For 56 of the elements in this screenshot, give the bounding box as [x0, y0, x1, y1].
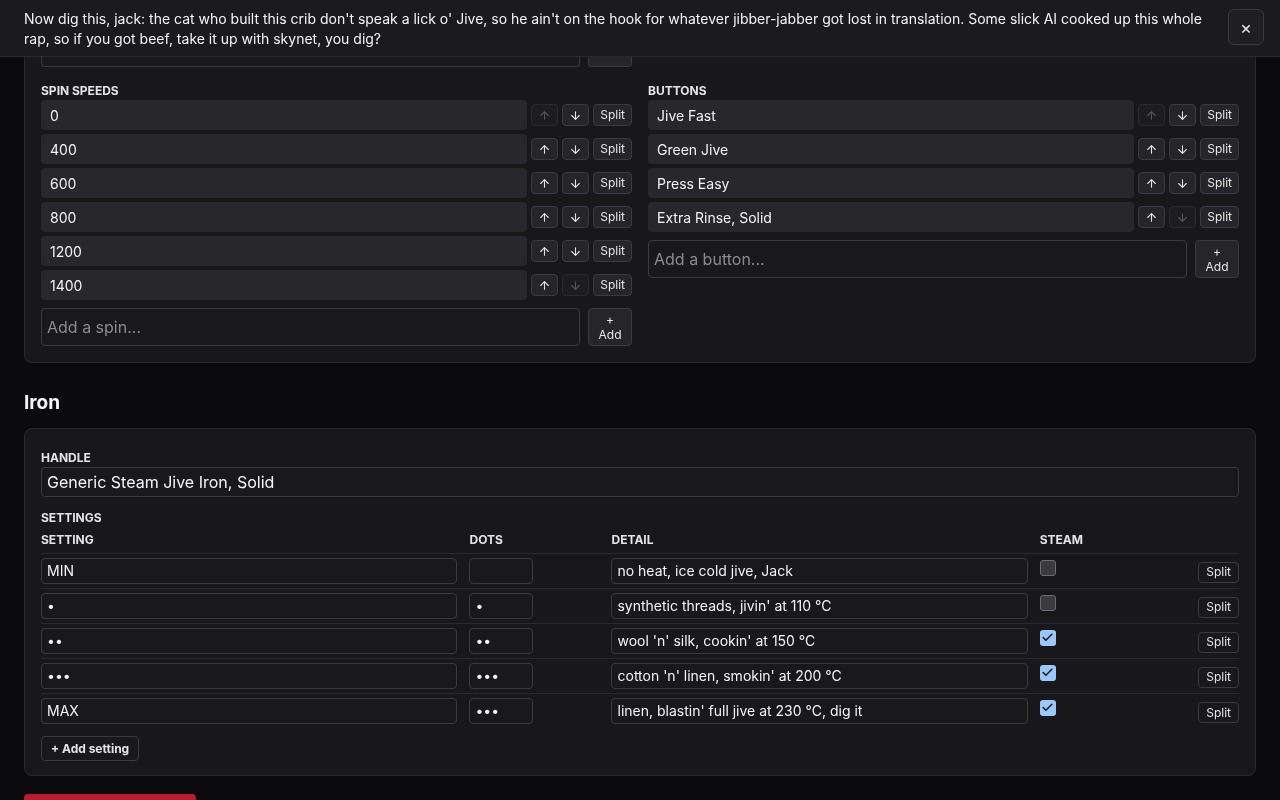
column-header: DETAIL — [611, 531, 654, 547]
split-button[interactable]: Split — [593, 274, 632, 296]
split-button[interactable]: Split — [1200, 206, 1239, 228]
split-button[interactable]: Split — [1198, 561, 1239, 583]
list-item-field[interactable]: 800 — [41, 202, 528, 232]
list-item-field[interactable]: 1200 — [41, 236, 528, 266]
add-button[interactable]: + Add — [588, 308, 632, 346]
section-label: SPIN SPEEDS — [41, 82, 120, 98]
close-button[interactable]: × — [1228, 9, 1264, 45]
column-header: STEAM — [1039, 531, 1083, 547]
split-button[interactable]: Split — [1200, 104, 1239, 126]
list-item-field[interactable]: Extra Rinse, Solid — [648, 202, 1135, 232]
add-item-field[interactable]: Add a spin... — [41, 308, 580, 346]
detail-field[interactable]: no heat, ice cold jive, Jack — [611, 557, 1028, 584]
list-item-field[interactable]: 400 — [41, 134, 528, 164]
column-header: SETTING — [41, 531, 94, 547]
split-button[interactable]: Split — [1198, 702, 1239, 723]
split-button[interactable]: Split — [593, 206, 632, 228]
setting-field[interactable]: ••• — [41, 662, 458, 689]
setting-field[interactable]: MIN — [41, 557, 458, 584]
detail-field[interactable]: wool 'n' silk, cookin' at 150 °C — [611, 627, 1028, 654]
split-button[interactable]: Split — [593, 240, 632, 262]
section-title: Iron — [24, 390, 62, 416]
column-header: DOTS — [469, 531, 503, 547]
dots-field[interactable]: •• — [469, 627, 534, 654]
detail-field[interactable]: linen, blastin' full jive at 230 °C, dig it — [611, 697, 1028, 724]
dots-field[interactable]: • — [469, 592, 534, 619]
setting-field[interactable]: MAX — [41, 697, 458, 724]
handle-field[interactable]: Generic Steam Jive Iron, Solid — [41, 466, 1239, 497]
list-item-field[interactable]: Jive Fast — [648, 100, 1135, 130]
setting-field[interactable]: •• — [41, 627, 458, 654]
field-label: HANDLE — [41, 448, 92, 467]
section-label: BUTTONS — [648, 82, 708, 98]
split-button[interactable]: Split — [1198, 596, 1239, 618]
list-item-field[interactable]: 0 — [41, 100, 528, 130]
split-button[interactable]: Split — [593, 138, 632, 160]
setting-field[interactable]: • — [41, 592, 458, 619]
list-item-field[interactable]: 600 — [41, 168, 528, 198]
add-item-field[interactable]: Add a button... — [648, 240, 1187, 278]
split-button[interactable]: Split — [593, 104, 632, 126]
list-item-field[interactable]: Green Jive — [648, 134, 1135, 164]
split-button[interactable]: Split — [1200, 138, 1239, 160]
field-label: SETTINGS — [41, 508, 103, 527]
detail-field[interactable]: synthetic threads, jivin' at 110 °C — [611, 592, 1028, 619]
detail-field[interactable]: cotton 'n' linen, smokin' at 200 °C — [611, 662, 1028, 689]
split-button[interactable]: Split — [1198, 631, 1239, 653]
split-button[interactable]: Split — [1200, 172, 1239, 194]
list-item-field[interactable]: Press Easy — [648, 168, 1135, 198]
add-button[interactable]: + Add — [1195, 240, 1239, 278]
list-item-field[interactable]: 1400 — [41, 270, 528, 300]
add-setting-button[interactable]: + Add setting — [41, 736, 140, 761]
disclaimer-text: Now dig this, jack: the cat who built this crib don't speak a lick o' Jive, so he ain't on the hook for whatever jibber-jabber got lost in translation. Some slick AI cooked up this whole rap, so if you got beef, take it up with skynet, you dig? — [24, 9, 1203, 49]
split-button[interactable]: Split — [1198, 666, 1239, 688]
dots-field[interactable]: ••• — [469, 662, 534, 689]
dots-field[interactable]: ••• — [469, 697, 534, 724]
split-button[interactable]: Split — [593, 172, 632, 194]
